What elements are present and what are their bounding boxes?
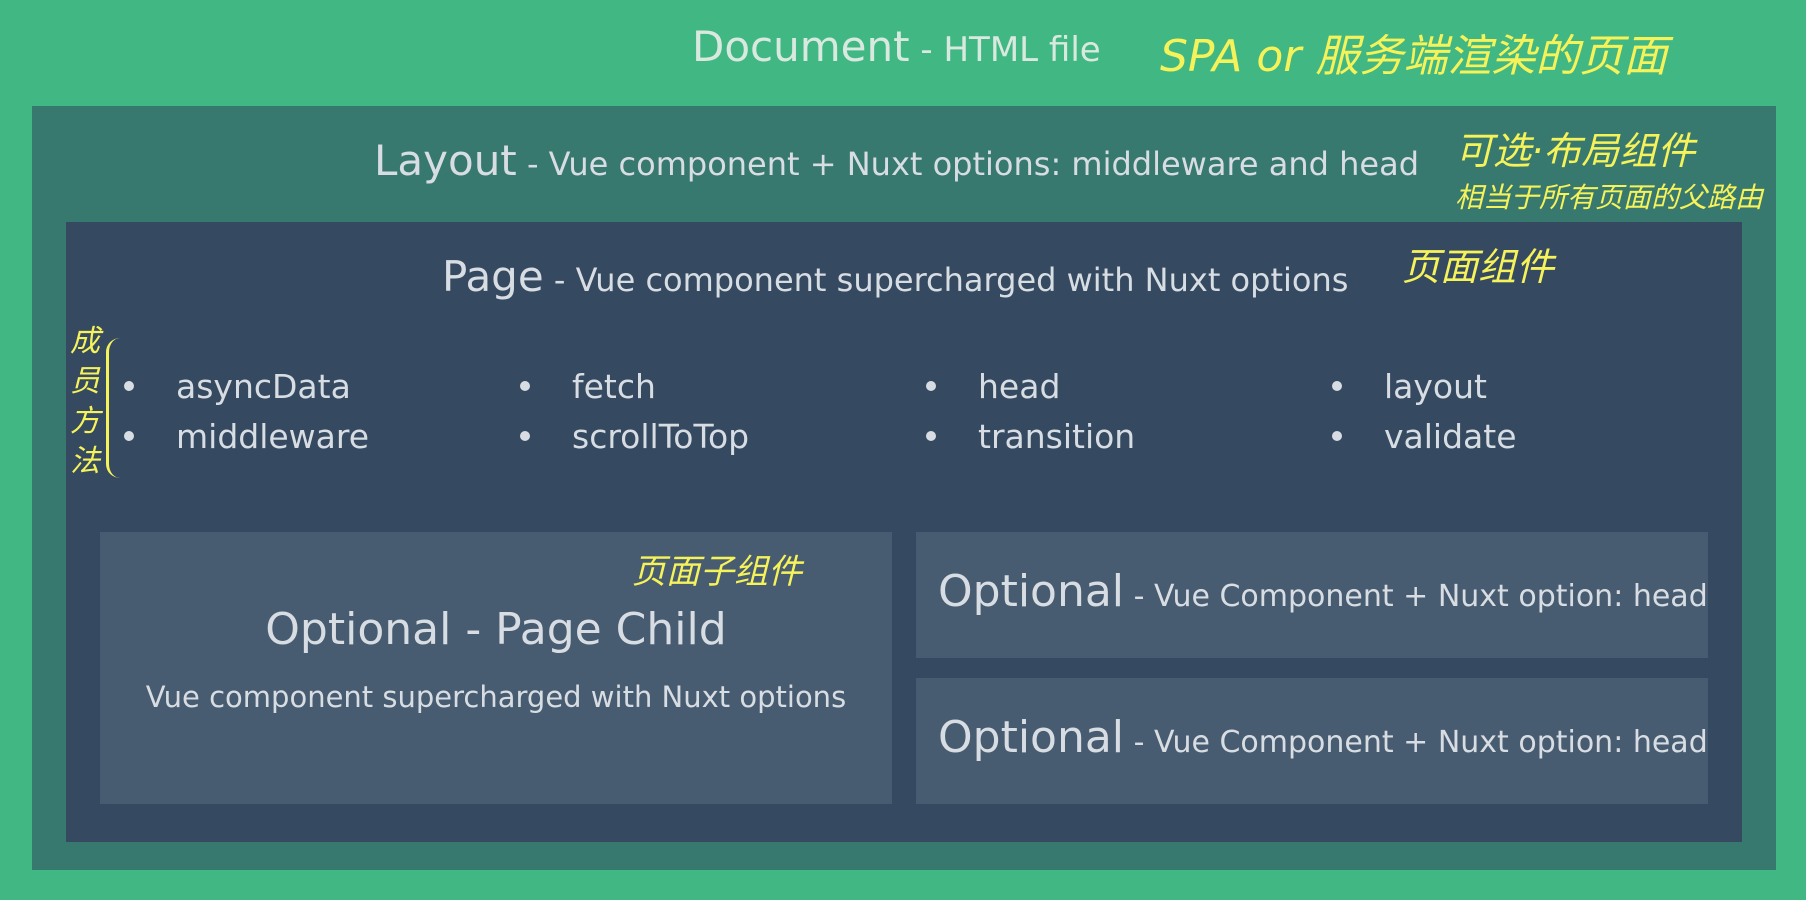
layout-title-dash: - bbox=[516, 145, 549, 183]
option-item: fetch bbox=[520, 362, 749, 412]
page-title-subtitle: Vue component supercharged with Nuxt opt… bbox=[575, 261, 1349, 299]
page-child-title: Optional - Page Child bbox=[265, 604, 727, 655]
options-column-1: asyncData middleware bbox=[124, 362, 369, 462]
optional-component-subtitle: Vue Component + Nuxt option: head bbox=[1153, 725, 1708, 760]
options-column-2: fetch scrollToTop bbox=[520, 362, 749, 462]
document-title-dash: - bbox=[909, 30, 944, 70]
option-item: validate bbox=[1332, 412, 1517, 462]
option-item: transition bbox=[926, 412, 1135, 462]
optional-component-box-2: Optional - Vue Component + Nuxt option: … bbox=[916, 678, 1708, 804]
optional-component-dash: - bbox=[1124, 725, 1154, 760]
option-item: asyncData bbox=[124, 362, 369, 412]
options-column-4: layout validate bbox=[1332, 362, 1517, 462]
option-item: layout bbox=[1332, 362, 1517, 412]
layout-title-main: Layout bbox=[374, 136, 517, 185]
document-title-main: Document bbox=[692, 22, 910, 71]
page-annotation: 页面组件 bbox=[1402, 245, 1555, 289]
option-item: head bbox=[926, 362, 1135, 412]
layout-annotation-line1: 可选·布局组件 bbox=[1455, 129, 1696, 173]
layout-annotation-line2: 相当于所有页面的父路由 bbox=[1455, 181, 1764, 214]
layout-title: Layout - Vue component + Nuxt options: m… bbox=[374, 136, 1419, 185]
document-title-subtitle: HTML file bbox=[943, 30, 1101, 70]
option-item: middleware bbox=[124, 412, 369, 462]
option-item: scrollToTop bbox=[520, 412, 749, 462]
layout-box: Layout - Vue component + Nuxt options: m… bbox=[32, 106, 1776, 870]
optional-component-dash: - bbox=[1124, 579, 1154, 614]
page-child-box: Optional - Page Child Vue component supe… bbox=[100, 532, 892, 804]
optional-component-subtitle: Vue Component + Nuxt option: head bbox=[1153, 579, 1708, 614]
page-title-dash: - bbox=[543, 261, 576, 299]
optional-component-title: Optional bbox=[938, 712, 1125, 763]
page-title-main: Page bbox=[442, 252, 544, 301]
document-annotation: SPA or 服务端渲染的页面 bbox=[1160, 31, 1668, 82]
options-column-3: head transition bbox=[926, 362, 1135, 462]
optional-component-box-1: Optional - Vue Component + Nuxt option: … bbox=[916, 532, 1708, 658]
page-child-annotation: 页面子组件 bbox=[632, 552, 802, 592]
members-annotation: 成员方法 bbox=[70, 324, 100, 479]
page-child-subtitle: Vue component supercharged with Nuxt opt… bbox=[145, 680, 847, 714]
optional-component-title: Optional bbox=[938, 566, 1125, 617]
layout-title-subtitle: Vue component + Nuxt options: middleware… bbox=[548, 145, 1420, 183]
document-title: Document - HTML file bbox=[692, 22, 1101, 71]
page-box: Page - Vue component supercharged with N… bbox=[66, 222, 1742, 842]
page-title: Page - Vue component supercharged with N… bbox=[442, 252, 1348, 301]
